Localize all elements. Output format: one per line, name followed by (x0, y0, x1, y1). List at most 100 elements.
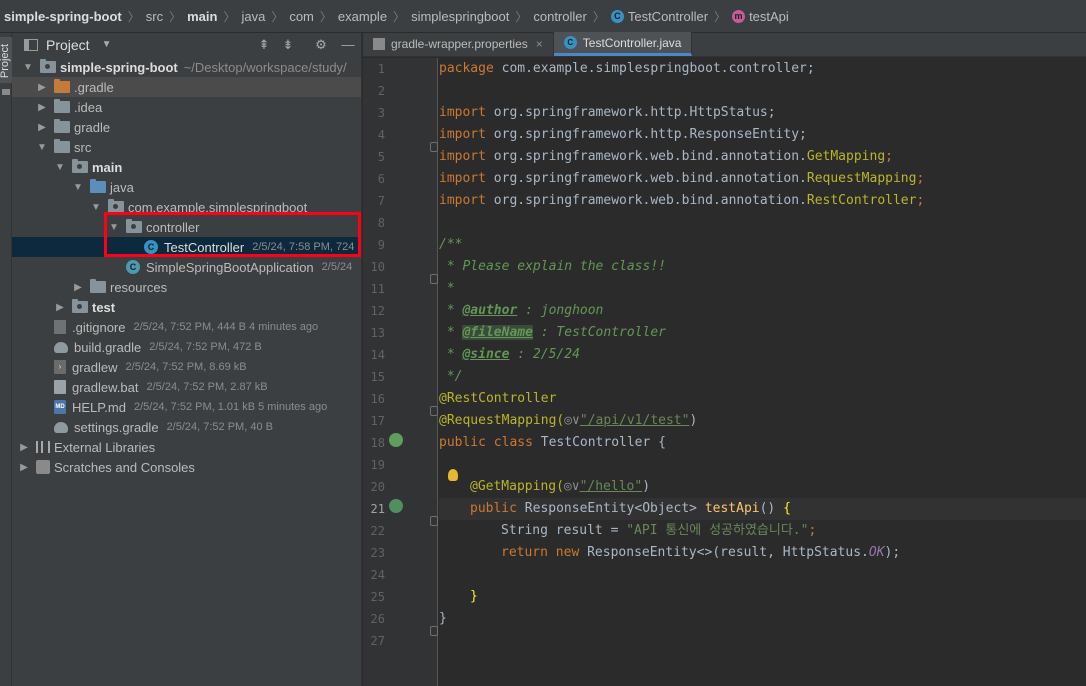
breadcrumb-src[interactable]: src (146, 9, 163, 24)
chevron-right-icon[interactable]: ▶ (54, 302, 66, 313)
project-tool-tab[interactable]: Project (0, 37, 12, 83)
tab-label: TestController.java (582, 35, 682, 50)
paren: ) (689, 413, 698, 428)
tree-item-gradlew[interactable]: › gradlew 2/5/24, 7:52 PM, 8.69 kB (12, 357, 361, 377)
test-folder-icon (72, 299, 88, 313)
tree-item-gradle-hidden[interactable]: ▶ .gradle (12, 77, 361, 97)
tree-item-gitignore[interactable]: .gitignore 2/5/24, 7:52 PM, 444 B 4 minu… (12, 317, 361, 337)
tree-item-external-libraries[interactable]: ▶ External Libraries (12, 437, 361, 457)
fold-marker-icon[interactable] (430, 516, 438, 526)
package-icon (108, 199, 124, 213)
breadcrumb-java[interactable]: java (241, 9, 265, 24)
chevron-right-icon[interactable]: ▶ (18, 462, 30, 473)
tab-test-controller[interactable]: C TestController.java (553, 32, 693, 56)
globe-icon[interactable]: ◎∨ (564, 413, 580, 428)
tree-item-build-gradle[interactable]: build.gradle 2/5/24, 7:52 PM, 472 B (12, 337, 361, 357)
expand-all-icon[interactable]: ⇞ (256, 37, 272, 53)
chevron-right-icon[interactable]: ▶ (36, 102, 48, 113)
tree-item-package[interactable]: ▼ com.example.simplespringboot (12, 197, 361, 217)
line-number: 19 (370, 458, 385, 472)
tree-item-controller[interactable]: ▼ controller (12, 217, 361, 237)
line-number: 13 (370, 326, 385, 340)
tree-item-meta: 2/5/24, 7:52 PM, 40 B (166, 421, 273, 433)
tree-item-meta: 2/5/24, 7:52 PM, 8.69 kB (125, 361, 247, 373)
project-panel-title[interactable]: Project (46, 37, 90, 53)
breadcrumb-com[interactable]: com (289, 9, 314, 24)
properties-file-icon (373, 38, 385, 50)
chevron-down-icon[interactable]: ▼ (90, 202, 102, 213)
tab-gradle-wrapper[interactable]: gradle-wrapper.properties × (363, 32, 554, 56)
semicolon: ; (916, 171, 925, 186)
chevron-down-icon[interactable]: ▼ (72, 182, 84, 193)
collapse-all-icon[interactable]: ⇟ (280, 37, 296, 53)
semicolon: ; (885, 149, 893, 164)
semicolon: ; (808, 523, 817, 538)
doc-comment: : 2/5/24 (509, 347, 580, 362)
chevron-right-icon[interactable]: ▶ (36, 122, 48, 133)
tree-item-help-md[interactable]: MD HELP.md 2/5/24, 7:52 PM, 1.01 kB 5 mi… (12, 397, 361, 417)
breadcrumb-project[interactable]: simple-spring-boot (4, 9, 122, 24)
doc-comment: : TestController (532, 325, 666, 340)
code-line: * @since : 2/5/24 (439, 344, 580, 366)
breadcrumb-class[interactable]: C TestController (610, 9, 708, 24)
chevron-right-icon[interactable]: ▶ (72, 282, 84, 293)
code-line: } (470, 586, 478, 608)
breadcrumb-example[interactable]: example (338, 9, 387, 24)
chevron-down-icon[interactable]: ▼ (54, 162, 66, 173)
chevron-down-icon[interactable]: ▼ (108, 222, 120, 233)
globe-icon[interactable]: ◎∨ (564, 479, 580, 494)
tree-item-project-root[interactable]: ▼ simple-spring-boot ~/Desktop/workspace… (12, 57, 361, 77)
tree-item-gradle[interactable]: ▶ gradle (12, 117, 361, 137)
tree-item-label: settings.gradle (74, 419, 159, 435)
line-number: 15 (370, 370, 385, 384)
close-icon[interactable]: × (536, 37, 543, 51)
lightbulb-icon[interactable] (448, 469, 458, 481)
class-declaration: TestController { (532, 435, 666, 450)
url-string[interactable]: "/api/v1/test" (580, 413, 690, 428)
breadcrumb-main[interactable]: main (187, 9, 217, 24)
hide-panel-icon[interactable]: — (340, 37, 356, 52)
gear-icon[interactable]: ⚙ (313, 37, 329, 53)
import-path: org.springframework.web.bind.annotation. (485, 171, 807, 186)
spring-bean-icon[interactable] (389, 433, 403, 447)
chevron-down-icon[interactable]: ▼ (36, 142, 48, 153)
tree-item-idea[interactable]: ▶ .idea (12, 97, 361, 117)
tree-item-settings-gradle[interactable]: settings.gradle 2/5/24, 7:52 PM, 40 B (12, 417, 361, 437)
tree-item-java[interactable]: ▼ java (12, 177, 361, 197)
import-path: org.springframework.http.ResponseEntity; (485, 127, 807, 142)
fold-marker-icon[interactable] (430, 406, 438, 416)
code-line: @RestController (439, 388, 556, 410)
tree-item-resources[interactable]: ▶ resources (12, 277, 361, 297)
doc-comment: : jonghoon (517, 303, 604, 318)
tree-item-label: test (92, 299, 116, 315)
chevron-right-icon[interactable]: ▶ (36, 82, 48, 93)
tree-item-test[interactable]: ▶ test (12, 297, 361, 317)
class-icon: C (610, 9, 624, 23)
breadcrumb-controller[interactable]: controller (533, 9, 586, 24)
tree-item-src[interactable]: ▼ src (12, 137, 361, 157)
breadcrumb-method[interactable]: m testApi (732, 9, 789, 24)
tree-item-meta: 2/5/24, 7:58 PM, 724 (252, 241, 355, 253)
keyword: import (439, 171, 486, 186)
tree-item-application[interactable]: C SimpleSpringBootApplication 2/5/24 (12, 257, 361, 277)
chevron-down-icon[interactable]: ▼ (22, 62, 34, 73)
structure-tool-icon[interactable] (2, 89, 10, 95)
tree-item-label: HELP.md (72, 399, 126, 415)
chevron-right-icon[interactable]: ▶ (18, 442, 30, 453)
tree-item-test-controller[interactable]: C TestController 2/5/24, 7:58 PM, 724 (12, 237, 361, 257)
line-number: 12 (370, 304, 385, 318)
brace: { (783, 501, 791, 516)
code-area[interactable]: package com.example.simplespringboot.con… (439, 58, 1086, 686)
tree-item-main[interactable]: ▼ main (12, 157, 361, 177)
breadcrumb-simplespringboot[interactable]: simplespringboot (411, 9, 509, 24)
fold-marker-icon[interactable] (430, 274, 438, 284)
fold-marker-icon[interactable] (430, 142, 438, 152)
url-string[interactable]: "/hello" (580, 479, 643, 494)
tree-item-label: .gradle (74, 79, 114, 95)
breadcrumb-separator: 〉 (169, 9, 182, 24)
spring-endpoint-icon[interactable] (389, 499, 403, 513)
fold-marker-icon[interactable] (430, 626, 438, 636)
tree-item-scratches[interactable]: ▶ Scratches and Consoles (12, 457, 361, 477)
tree-item-gradlew-bat[interactable]: gradlew.bat 2/5/24, 7:52 PM, 2.87 kB (12, 377, 361, 397)
chevron-down-icon[interactable]: ▼ (102, 39, 112, 50)
